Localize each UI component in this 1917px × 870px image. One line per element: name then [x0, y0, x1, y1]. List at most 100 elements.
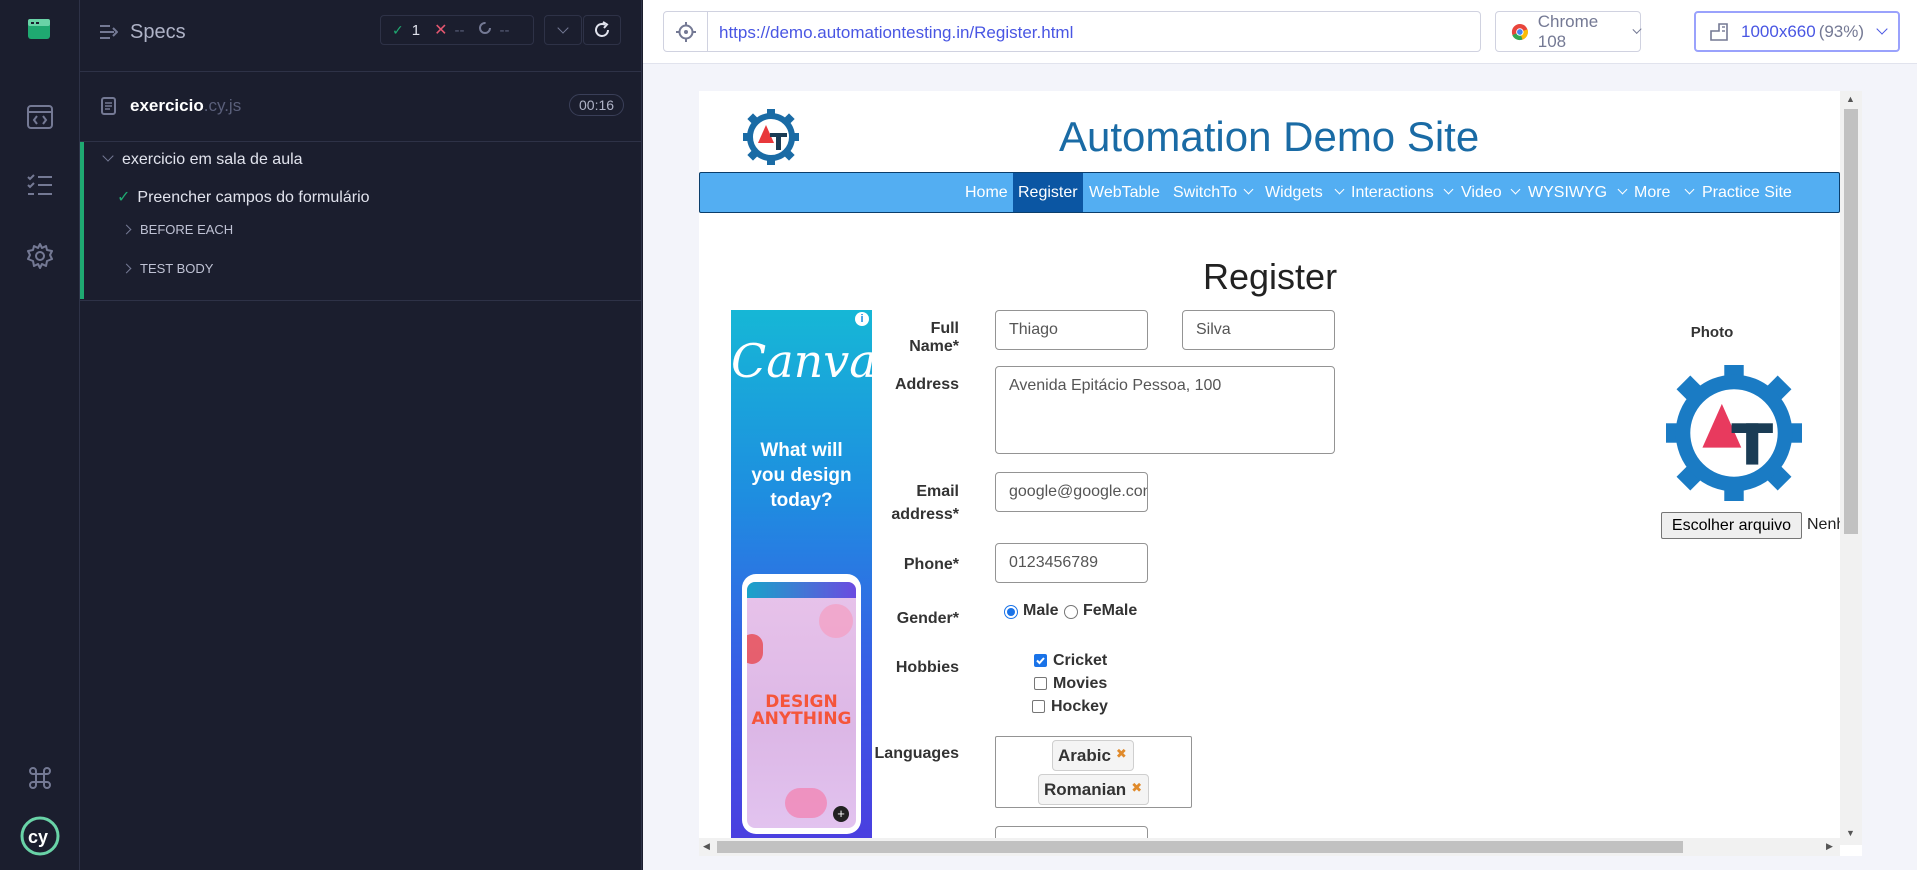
specs-list-icon[interactable] — [100, 24, 119, 45]
browser-selector[interactable]: Chrome 108 — [1495, 11, 1642, 52]
remove-tag-icon[interactable]: ✖ — [1131, 780, 1142, 795]
last-name-input[interactable]: Silva — [1182, 310, 1335, 350]
email-label: Email address* — [879, 480, 959, 526]
address-textarea[interactable]: Avenida Epitácio Pessoa, 100 — [995, 366, 1335, 454]
viewport-selector[interactable]: 1000x660 (93%) — [1694, 11, 1900, 52]
pass-check-icon: ✓ — [117, 189, 131, 206]
nav-register[interactable]: Register — [1013, 173, 1083, 212]
canva-ad[interactable]: i Canva What will you design today? DESI… — [731, 310, 872, 839]
hobby-hockey-checkbox[interactable] — [1032, 700, 1045, 713]
scroll-left-arrow-icon[interactable]: ◀ — [703, 841, 710, 852]
language-tag-romanian[interactable]: Romanian ✖ — [1038, 774, 1150, 805]
ad-copy-line-3: today? — [770, 490, 833, 511]
gender-male-label: Male — [1023, 602, 1059, 619]
rerun-button[interactable] — [583, 15, 621, 45]
radio-dot — [1007, 608, 1015, 616]
horizontal-scrollbar[interactable]: ◀ ▶ — [699, 838, 1840, 856]
spec-runner-panel: Specs ✓ 1 ✕ -- -- exercicio.cy.js 00:16 … — [80, 0, 642, 870]
switchto-caret-icon — [1243, 184, 1254, 195]
ad-phone-bar — [747, 582, 856, 598]
chevron-down-icon — [102, 150, 114, 162]
ruler-icon — [1710, 22, 1728, 41]
nav-wysiwyg[interactable]: WYSIWYG — [1528, 173, 1607, 212]
test-title: Preencher campos do formulário — [137, 189, 370, 206]
test-body-hook[interactable]: TEST BODY — [121, 261, 214, 276]
specs-nav-icon[interactable] — [0, 104, 80, 130]
scroll-down-arrow-icon[interactable]: ▼ — [1846, 828, 1855, 838]
nav-more[interactable]: More — [1634, 173, 1670, 212]
gender-male-radio[interactable] — [1004, 605, 1018, 619]
runs-nav-icon[interactable] — [0, 173, 80, 199]
spec-file-row: exercicio.cy.js 00:16 — [80, 86, 642, 126]
crosshair-icon — [675, 21, 696, 42]
settings-gear-icon[interactable] — [0, 242, 80, 270]
address-label: Address — [894, 376, 959, 393]
email-label-line-1: Email — [916, 483, 959, 500]
test-stats: ✓ 1 ✕ -- -- — [380, 15, 534, 45]
site-title: Automation Demo Site — [1059, 113, 1480, 160]
scroll-up-arrow-icon[interactable]: ▲ — [1846, 94, 1855, 104]
hobbies-label: Hobbies — [895, 659, 959, 676]
selector-playground-button[interactable] — [664, 12, 708, 51]
language-tag-arabic[interactable]: Arabic ✖ — [1052, 740, 1134, 771]
passed-check-icon: ✓ — [392, 21, 404, 38]
chrome-icon — [1511, 23, 1528, 40]
hobby-cricket-checkbox[interactable] — [1034, 654, 1047, 667]
language-tag-label: Arabic — [1058, 746, 1111, 765]
ad-design-text: DESIGN ANYTHING — [747, 694, 856, 728]
email-input[interactable]: google@google.com — [995, 472, 1148, 512]
nav-widgets[interactable]: Widgets — [1265, 173, 1323, 212]
suite-divider — [80, 300, 642, 301]
video-caret-icon — [1510, 184, 1521, 195]
suite-title-row[interactable]: exercicio em sala de aula — [102, 150, 303, 169]
ad-copy-line-2: you design — [751, 465, 852, 486]
ad-plus-icon: + — [833, 806, 849, 822]
nav-practice-site[interactable]: Practice Site — [1702, 173, 1792, 212]
nav-video[interactable]: Video — [1461, 173, 1502, 212]
email-label-line-2: address* — [891, 506, 959, 523]
choose-file-button[interactable]: Escolher arquivo — [1661, 512, 1802, 539]
test-body-label: TEST BODY — [140, 261, 214, 276]
aut-iframe[interactable]: Automation Demo Site Home Register WebTa… — [699, 91, 1862, 856]
keyboard-shortcuts-icon[interactable] — [0, 766, 80, 790]
passed-count: 1 — [411, 21, 421, 39]
before-each-hook[interactable]: BEFORE EACH — [121, 222, 233, 237]
cypress-logo-icon[interactable]: cy — [0, 816, 80, 856]
ad-info-icon[interactable]: i — [855, 312, 869, 326]
nav-switchto[interactable]: SwitchTo — [1173, 173, 1237, 212]
scroll-right-arrow-icon[interactable]: ▶ — [1826, 841, 1833, 852]
failed-x-icon: ✕ — [434, 22, 448, 39]
gender-label: Gender* — [896, 610, 959, 627]
remove-tag-icon[interactable]: ✖ — [1116, 746, 1127, 761]
widgets-caret-icon — [1334, 184, 1345, 195]
hobby-cricket-label: Cricket — [1053, 652, 1108, 669]
suite-title: exercicio em sala de aula — [122, 151, 303, 168]
viewport-scale: (93%) — [1818, 21, 1865, 41]
chevron-right-icon — [121, 224, 132, 235]
vertical-scrollbar[interactable]: ▲ ▼ — [1840, 91, 1862, 845]
nav-interactions[interactable]: Interactions — [1351, 173, 1434, 212]
language-tag-label: Romanian — [1044, 780, 1127, 799]
ad-design-line-2: ANYTHING — [751, 709, 852, 729]
gender-female-radio[interactable] — [1064, 605, 1078, 619]
ad-flower-bottom — [785, 788, 827, 818]
aut-url[interactable]: https://demo.automationtesting.in/Regist… — [719, 23, 1073, 43]
specs-header-label[interactable]: Specs — [130, 21, 186, 44]
aut-toolbar: https://demo.automationtesting.in/Regist… — [643, 0, 1917, 64]
more-caret-icon — [1684, 184, 1695, 195]
chevron-right-icon — [121, 263, 132, 274]
horizontal-scroll-thumb[interactable] — [717, 841, 1683, 853]
app-logo-icon[interactable] — [0, 16, 80, 42]
first-name-input[interactable]: Thiago — [995, 310, 1148, 350]
ad-copy: What will you design today? — [731, 438, 872, 513]
nav-home[interactable]: Home — [965, 173, 1008, 212]
nav-webtable[interactable]: WebTable — [1089, 173, 1160, 212]
vertical-scroll-thumb[interactable] — [1844, 109, 1858, 534]
languages-multiselect[interactable]: Arabic ✖ Romanian ✖ — [995, 736, 1192, 808]
languages-label: Languages — [874, 745, 959, 762]
phone-input[interactable]: 0123456789 — [995, 543, 1148, 583]
test-row[interactable]: ✓ Preencher campos do formulário — [117, 187, 370, 207]
collapse-all-button[interactable] — [544, 15, 582, 45]
url-bar[interactable]: https://demo.automationtesting.in/Regist… — [663, 11, 1481, 52]
hobby-movies-checkbox[interactable] — [1034, 677, 1047, 690]
